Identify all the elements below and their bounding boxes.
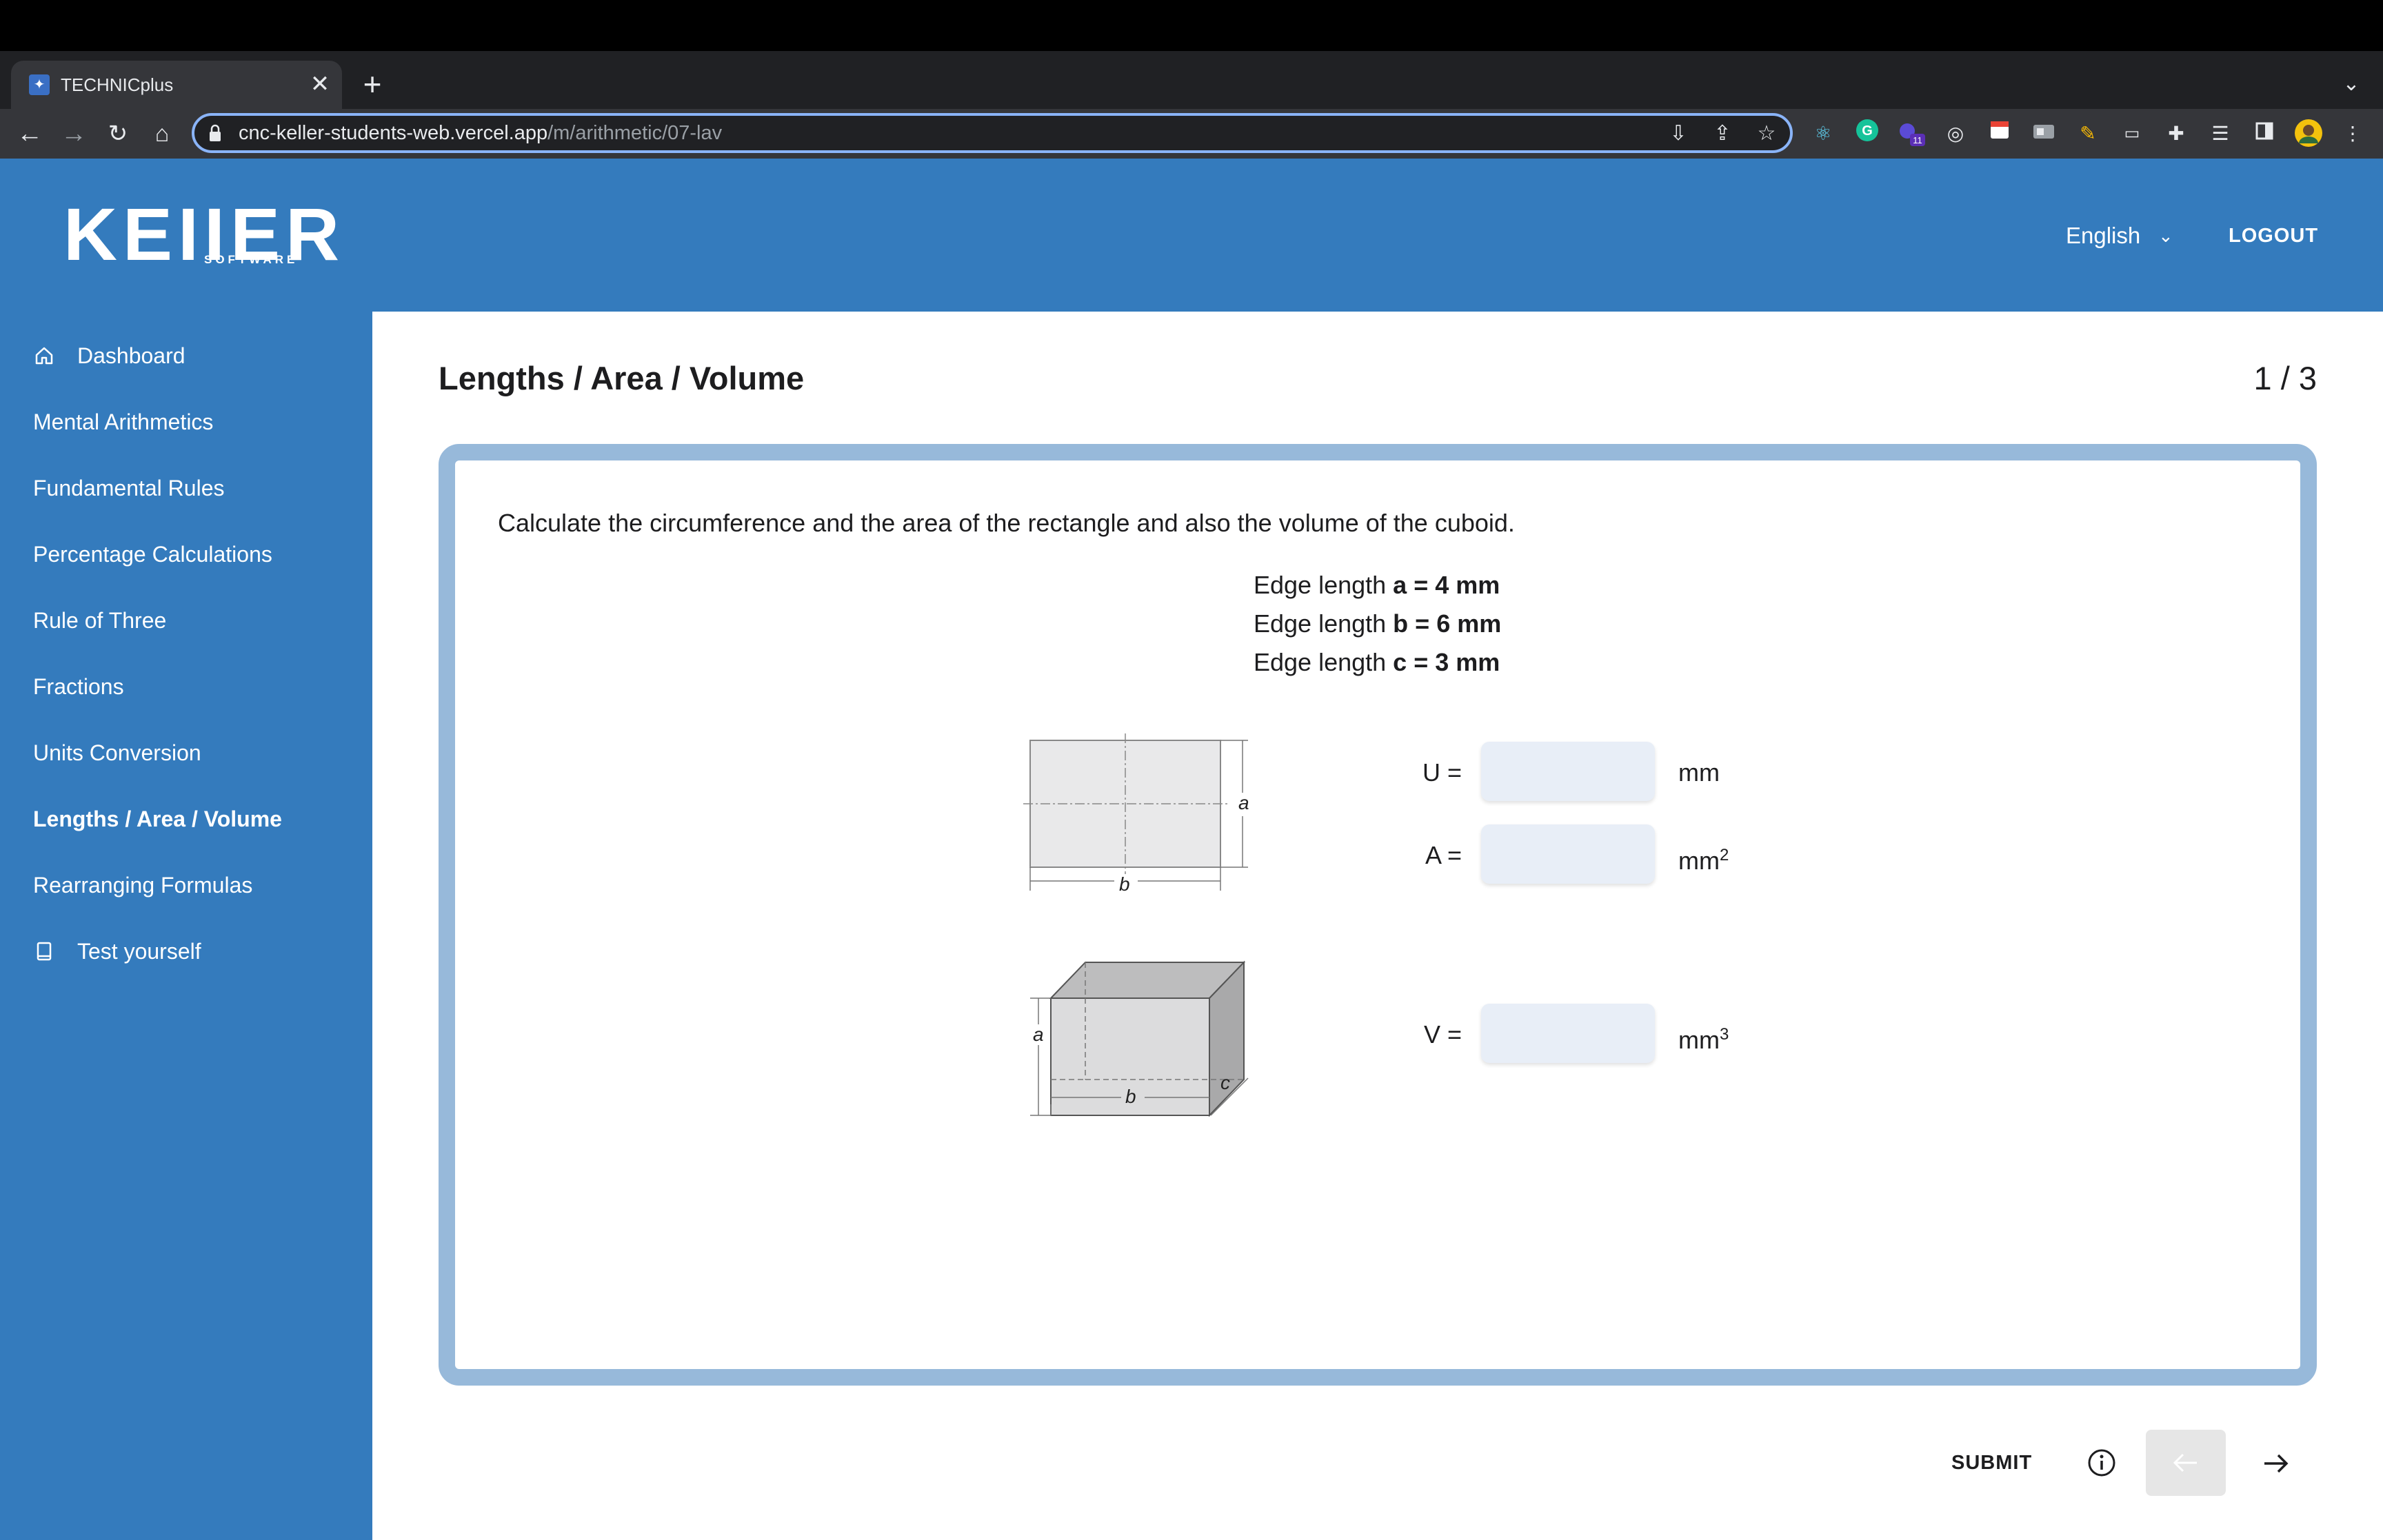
- extension-badge-count: 11: [1913, 135, 1922, 145]
- area-input[interactable]: [1481, 824, 1655, 884]
- tab-favicon-icon: ✦: [29, 74, 50, 95]
- home-icon: [35, 347, 53, 365]
- rectangle-diagram: a b: [1023, 733, 1249, 895]
- share-icon[interactable]: ⇪: [1707, 119, 1738, 149]
- chevron-down-icon[interactable]: ⌄: [2158, 222, 2173, 250]
- tab-title: TECHNICplus: [61, 74, 174, 95]
- book-icon: [37, 942, 52, 961]
- language-select[interactable]: English: [2066, 222, 2140, 250]
- unit-text: mm: [1678, 758, 1720, 787]
- sidebar-item-test-yourself[interactable]: Test yourself: [77, 938, 201, 965]
- reading-list-icon[interactable]: ☰: [2205, 119, 2235, 149]
- sidebar-item-percentage-calculations[interactable]: Percentage Calculations: [33, 540, 272, 568]
- react-devtools-icon[interactable]: ⚛: [1808, 119, 1838, 149]
- url-path: /m/arithmetic/07-lav: [547, 122, 723, 144]
- screen-top-bar: [0, 0, 2383, 51]
- tab-search-chevron-icon[interactable]: ⌄: [2337, 69, 2365, 99]
- info-icon[interactable]: [2085, 1446, 2118, 1479]
- sidebar-item-mental-arithmetics[interactable]: Mental Arithmetics: [33, 408, 213, 436]
- area-label: A =: [1425, 841, 1462, 869]
- edge-value: a = 4 mm: [1393, 571, 1500, 599]
- edge-length-b: Edge length b = 6 mm: [1254, 608, 1501, 640]
- label-a: a: [1033, 1024, 1044, 1045]
- sidebar-item-lengths-area-volume[interactable]: Lengths / Area / Volume: [33, 805, 282, 833]
- label-c: c: [1220, 1072, 1230, 1093]
- sidebar-item-fundamental-rules[interactable]: Fundamental Rules: [33, 474, 224, 502]
- label-b: b: [1119, 873, 1130, 895]
- unit-exponent: 3: [1719, 1025, 1729, 1044]
- area-unit: mm2: [1678, 840, 1729, 877]
- label-a: a: [1238, 792, 1249, 813]
- edge-length-a: Edge length a = 4 mm: [1254, 569, 1500, 601]
- previous-button[interactable]: [2146, 1430, 2226, 1496]
- reload-icon[interactable]: ↻: [101, 116, 135, 152]
- volume-label: V =: [1423, 1020, 1462, 1048]
- extension-badge-icon[interactable]: 11: [1896, 119, 1927, 149]
- circumference-unit: mm: [1678, 757, 1720, 789]
- volume-unit: mm3: [1678, 1019, 1729, 1056]
- arrow-right-icon[interactable]: [2258, 1445, 2295, 1482]
- side-panel-icon[interactable]: [2249, 119, 2280, 149]
- unit-text: mm: [1678, 847, 1720, 875]
- unit-exponent: 2: [1719, 846, 1729, 864]
- circumference-label: U =: [1422, 758, 1462, 787]
- sidebar-item-rearranging-formulas[interactable]: Rearranging Formulas: [33, 871, 252, 899]
- sidebar-item-units-conversion[interactable]: Units Conversion: [33, 739, 201, 767]
- cuboid-diagram: a b c: [1030, 960, 1249, 1117]
- new-tab-button[interactable]: +: [359, 66, 386, 102]
- pen-extension-icon[interactable]: ✎: [2073, 119, 2103, 149]
- sidebar-item-dashboard[interactable]: Dashboard: [77, 342, 185, 369]
- bookmark-star-icon[interactable]: ☆: [1751, 119, 1782, 149]
- edge-value: c = 3 mm: [1393, 648, 1500, 676]
- address-url: cnc-keller-students-web.vercel.app/m/ari…: [239, 121, 722, 145]
- url-host: cnc-keller-students-web.vercel.app: [239, 122, 548, 144]
- submit-button[interactable]: SUBMIT: [1951, 1449, 2032, 1477]
- arrow-left-icon: [2173, 1453, 2197, 1472]
- edge-prefix: Edge length: [1254, 648, 1394, 676]
- extensions-puzzle-icon[interactable]: ✚: [2161, 119, 2191, 149]
- logo-subtitle: SOFTWARE: [204, 253, 299, 266]
- tab-close-button[interactable]: ✕: [308, 69, 332, 99]
- forward-arrow-icon[interactable]: →: [57, 116, 91, 152]
- sidebar-item-rule-of-three[interactable]: Rule of Three: [33, 607, 166, 634]
- browser-tab-bar: [0, 51, 2383, 109]
- volume-input[interactable]: [1481, 1004, 1655, 1063]
- install-app-icon[interactable]: ⇩: [1663, 119, 1693, 149]
- page-title: Lengths / Area / Volume: [439, 360, 805, 396]
- question-text: Calculate the circumference and the area…: [498, 509, 1515, 537]
- edge-prefix: Edge length: [1254, 571, 1394, 599]
- lock-icon: [210, 124, 221, 141]
- app-header: [0, 159, 2383, 312]
- edge-length-c: Edge length c = 3 mm: [1254, 647, 1500, 678]
- grammarly-icon[interactable]: G: [1852, 119, 1882, 149]
- calendar-extension-icon[interactable]: [1984, 119, 2015, 149]
- back-arrow-icon[interactable]: ←: [12, 116, 47, 152]
- edge-prefix: Edge length: [1254, 609, 1394, 638]
- id-card-extension-icon[interactable]: [2029, 119, 2059, 149]
- browser-menu-icon[interactable]: ⋮: [2337, 119, 2368, 149]
- edge-value: b = 6 mm: [1393, 609, 1502, 638]
- sidebar-item-fractions[interactable]: Fractions: [33, 673, 124, 700]
- screen-cast-icon[interactable]: ▭: [2117, 119, 2147, 149]
- svg-text:G: G: [1862, 123, 1873, 139]
- circumference-input[interactable]: [1481, 742, 1655, 801]
- home-icon[interactable]: ⌂: [145, 116, 179, 152]
- target-extension-icon[interactable]: ◎: [1940, 119, 1971, 149]
- page-counter: 1 / 3: [2253, 360, 2317, 396]
- profile-avatar[interactable]: [2293, 119, 2324, 149]
- unit-text: mm: [1678, 1026, 1720, 1054]
- label-b: b: [1125, 1086, 1136, 1107]
- logout-button[interactable]: LOGOUT: [2229, 222, 2318, 250]
